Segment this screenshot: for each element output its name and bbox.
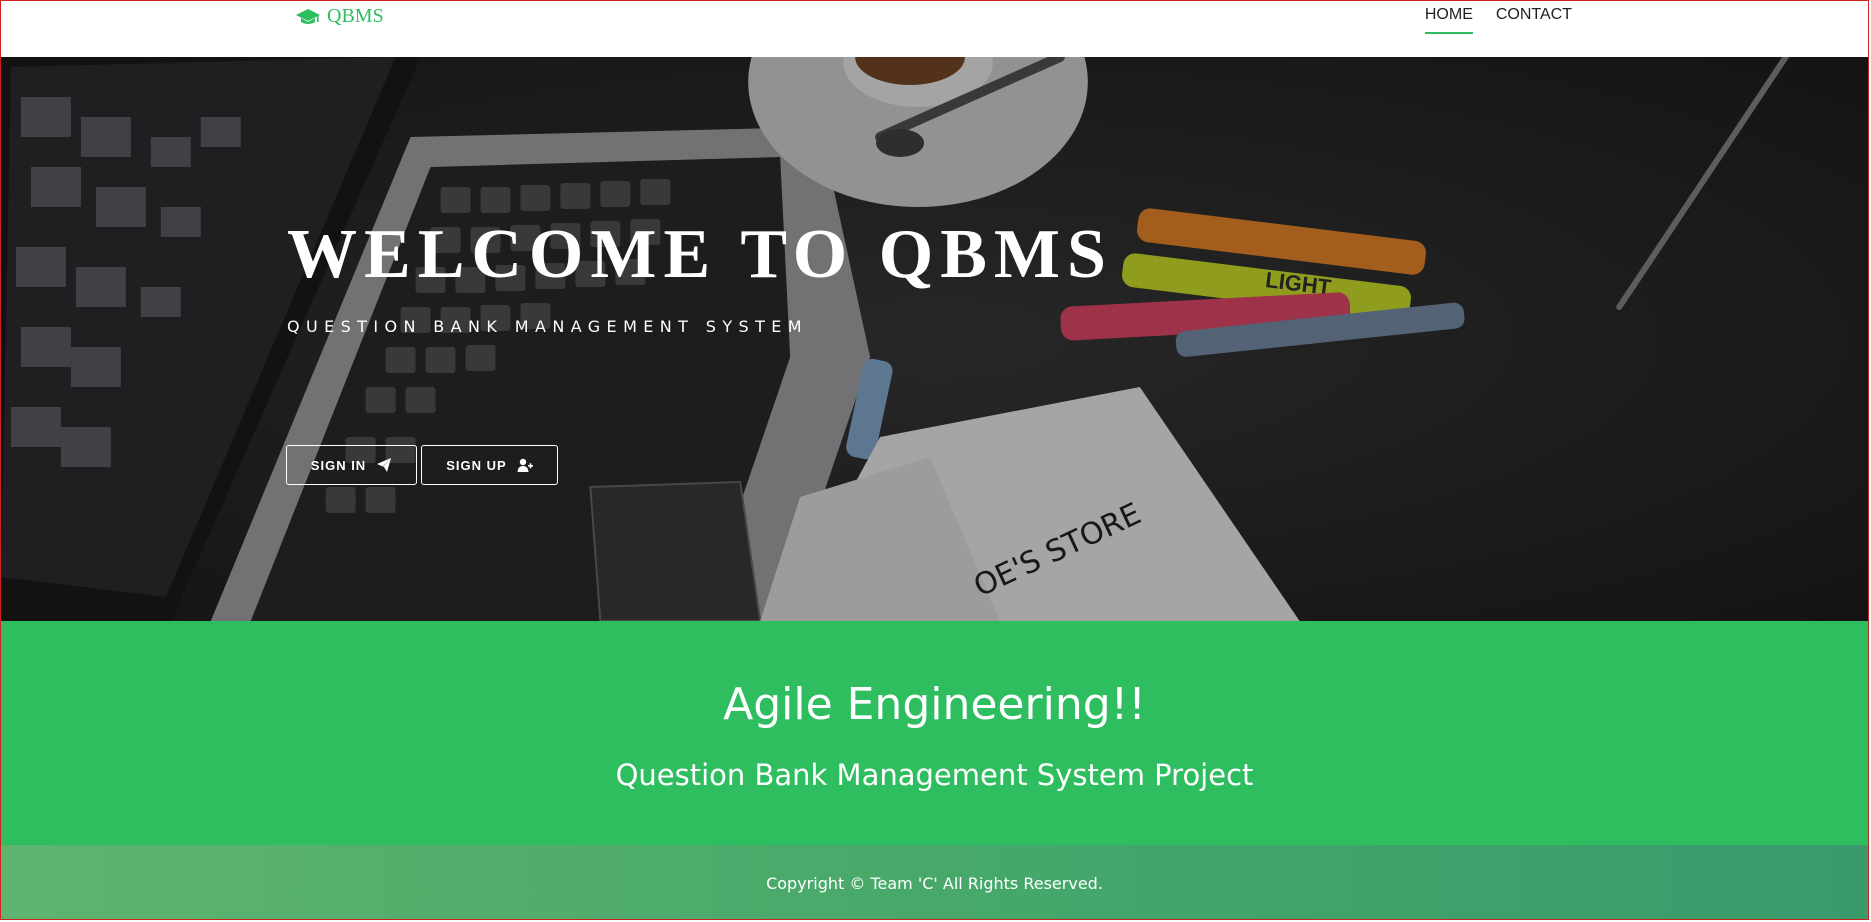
hero-subtitle: QUESTION BANK MANAGEMENT SYSTEM <box>287 317 808 336</box>
graduation-cap-icon <box>295 7 321 27</box>
main-nav: HOME CONTACT <box>1424 6 1572 34</box>
footer: Copyright © Team 'C' All Rights Reserved… <box>1 845 1868 919</box>
hero-section: LIGHT OE'S STORE WELCOME TO QBMS QUESTIO… <box>1 57 1868 621</box>
copyright-text: Copyright © Team 'C' All Rights Reserved… <box>766 874 1103 893</box>
sign-in-button[interactable]: SIGN IN <box>286 445 417 485</box>
page-frame: QBMS HOME CONTACT LIGHT OE'S STORE WELCO… <box>0 0 1869 920</box>
brand-link[interactable]: QBMS <box>295 5 384 28</box>
hero-title: WELCOME TO QBMS <box>287 216 1113 293</box>
user-plus-icon <box>517 457 533 473</box>
hero-overlay <box>1 57 1868 621</box>
sign-up-label: SIGN UP <box>446 457 507 473</box>
navbar: QBMS HOME CONTACT <box>1 1 1868 57</box>
nav-contact-link[interactable]: CONTACT <box>1496 6 1572 34</box>
promo-section: Agile Engineering!! Question Bank Manage… <box>1 621 1868 845</box>
nav-home-link[interactable]: HOME <box>1424 6 1473 34</box>
sign-in-label: SIGN IN <box>310 457 367 473</box>
paper-plane-icon <box>376 457 392 473</box>
promo-subtitle: Question Bank Management System Project <box>615 758 1254 792</box>
sign-up-button[interactable]: SIGN UP <box>421 445 558 485</box>
brand-name: QBMS <box>327 5 384 27</box>
promo-title: Agile Engineering!! <box>723 679 1146 730</box>
